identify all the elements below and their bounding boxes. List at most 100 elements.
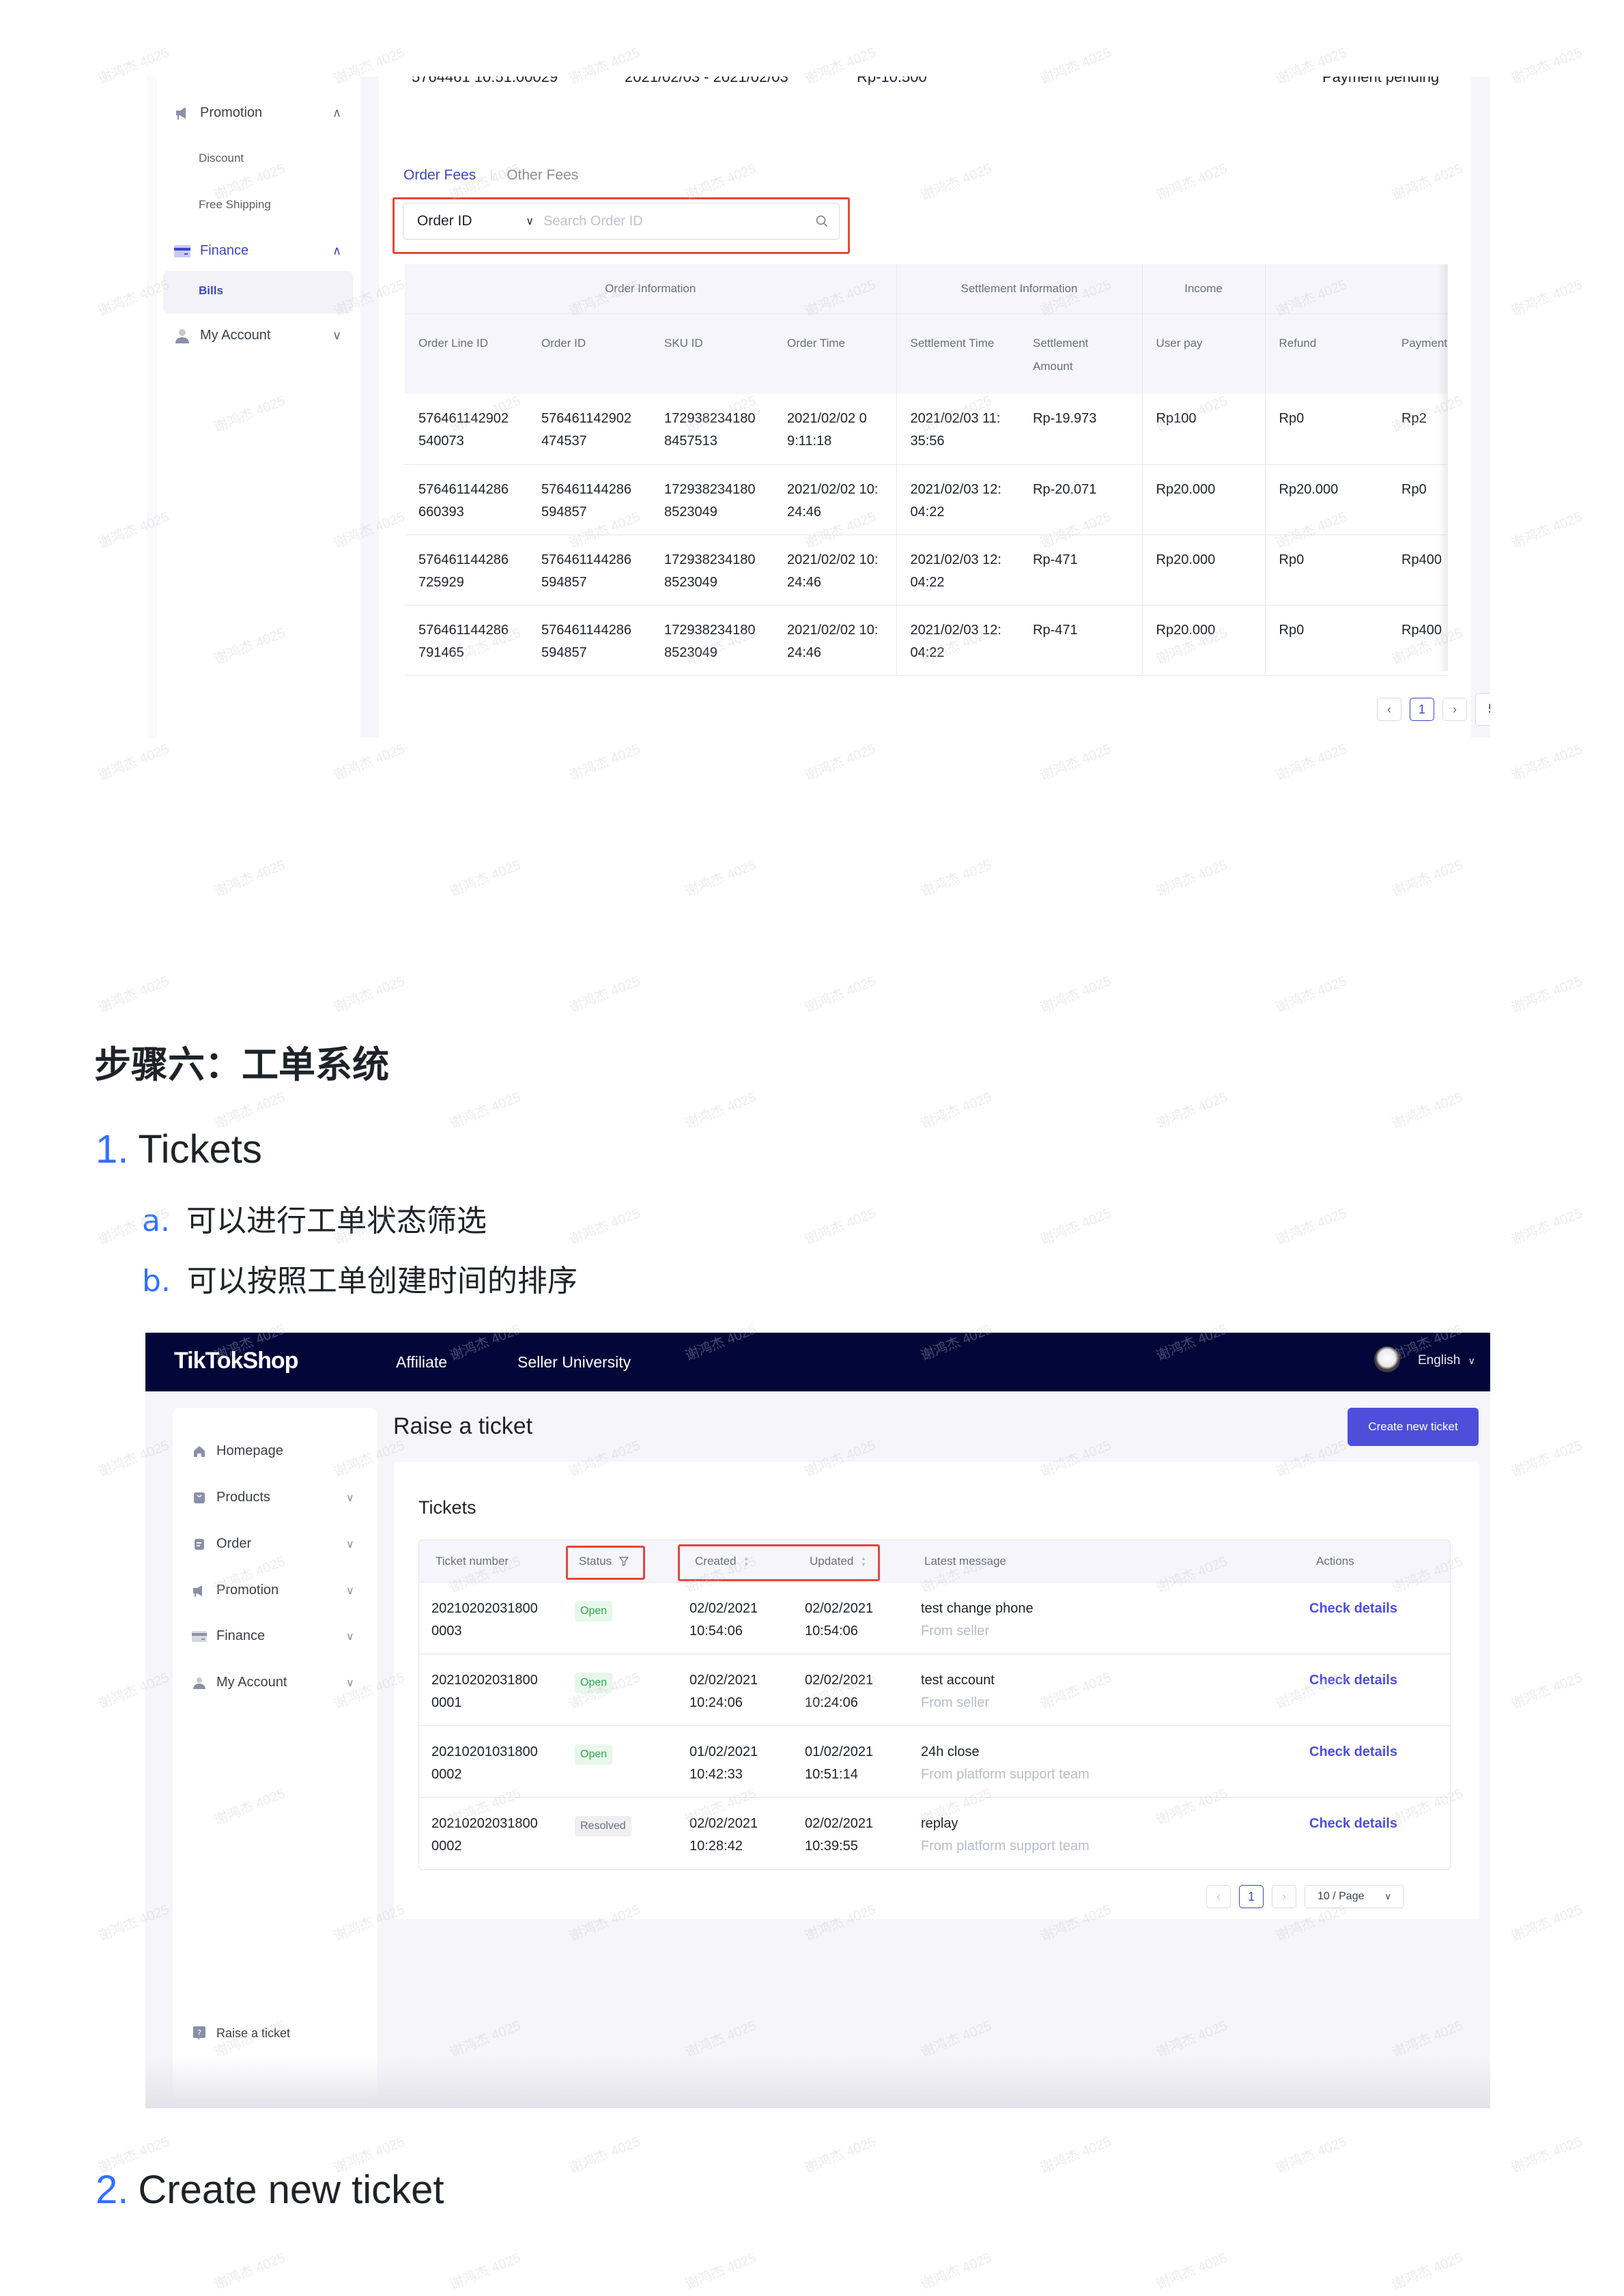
sidebar-item-products[interactable]: Products ∨ (192, 1490, 354, 1505)
table-cell: 576461144286 725929 (405, 535, 528, 606)
table-cell: 576461144286 594857 (528, 605, 651, 676)
sidebar-subitem-bills[interactable]: Bills (199, 284, 223, 298)
list-item-create-new-ticket: 2. Create new ticket (96, 2168, 444, 2212)
status-badge: Resolved (575, 1814, 631, 1837)
tab-other-fees[interactable]: Other Fees (507, 167, 578, 184)
ticket-row: 20210202031800 0002 Resolved 02/02/2021 10:2… (419, 1798, 1450, 1869)
check-details-link[interactable]: Check details (1309, 1598, 1397, 1620)
watermark-text: 谢鸿杰 4025 (1037, 737, 1114, 784)
column-header-row: Order Line ID Order ID SKU ID Order Time… (405, 313, 1448, 394)
status-badge: Open (575, 1671, 613, 1693)
list-letter: b. (142, 1264, 171, 1299)
group-order-information: Order Information (405, 264, 896, 314)
prev-page-button[interactable]: ‹ (1206, 1885, 1231, 1908)
table-cell: 172938234180 8457513 (651, 394, 773, 465)
prev-page-button[interactable]: ‹ (1377, 698, 1401, 721)
group-header-row: Order Information Settlement Information… (405, 264, 1448, 314)
ticket-row: 20210202031800 0003 Open 02/02/2021 10:54:06… (419, 1583, 1450, 1654)
tiktokshop-logo[interactable]: TikTokShop (174, 1348, 298, 1374)
sidebar-item-promotion[interactable]: Promotion ∧ (174, 105, 341, 121)
watermark-text: 谢鸿杰 4025 (1508, 969, 1585, 1016)
table-cell: Rp20.000 (1264, 464, 1388, 535)
watermark-text: 谢鸿杰 4025 (917, 1086, 995, 1132)
page-size-select[interactable]: 50 / Page ∨ (1475, 693, 1490, 726)
watermark-text: 谢鸿杰 4025 (1153, 853, 1230, 900)
watermark-text: 谢鸿杰 4025 (801, 2130, 879, 2177)
pagination: ‹ 1 › 50 / Page ∨ (1377, 693, 1490, 726)
chevron-down-icon: ∨ (346, 1538, 354, 1550)
sidebar-subitem-discount[interactable]: Discount (199, 152, 244, 165)
page-size-select[interactable]: 10 / Page ∨ (1305, 1885, 1404, 1908)
table-row: 576461144286 660393 576461144286 594857 1729… (405, 464, 1448, 535)
watermark-text: 谢鸿杰 4025 (566, 737, 643, 784)
nav-affiliate[interactable]: Affiliate (396, 1353, 447, 1372)
sidebar-item-homepage[interactable]: Homepage (192, 1443, 283, 1459)
order-search: Order ID ∨ (403, 203, 840, 240)
card-icon (174, 244, 190, 259)
sidebar-item-order[interactable]: Order ∨ (192, 1536, 354, 1552)
search-icon[interactable] (805, 203, 839, 239)
next-page-button[interactable]: › (1442, 698, 1467, 721)
check-details-link[interactable]: Check details (1309, 1669, 1397, 1692)
page-1-button[interactable]: 1 (1239, 1885, 1264, 1908)
table-cell: Rp-20.071 (1019, 464, 1142, 535)
ticket-number: 20210202031800 0001 (431, 1673, 538, 1710)
watermark-text: 谢鸿杰 4025 (682, 1086, 759, 1132)
watermark-text: 谢鸿杰 4025 (801, 1202, 879, 1248)
table-cell: Rp-471 (1019, 535, 1142, 606)
sidebar-subitem-free-shipping[interactable]: Free Shipping (199, 198, 271, 212)
chevron-up-icon: ∧ (332, 244, 342, 257)
watermark-text: 谢鸿杰 4025 (1509, 45, 1585, 87)
megaphone-icon (192, 1583, 207, 1598)
user-icon (192, 1675, 207, 1690)
fee-tabs: Order Fees Other Fees (403, 167, 578, 184)
table-cell: 2021/02/03 12: 04:22 (896, 605, 1019, 676)
col-ticket-number: Ticket number (436, 1554, 509, 1568)
nav-seller-university[interactable]: Seller University (517, 1353, 631, 1372)
avatar[interactable] (1374, 1346, 1400, 1372)
table-cell: 172938234180 8523049 (651, 535, 773, 606)
watermark-text: 谢鸿杰 4025 (211, 853, 288, 900)
watermark-text: 谢鸿杰 4025 (211, 2246, 288, 2293)
watermark-text: 谢鸿杰 4025 (1037, 2130, 1114, 2177)
top-navigation-bar: TikTokShop Affiliate Seller University E… (145, 1333, 1490, 1391)
create-new-ticket-button[interactable]: Create new ticket (1348, 1408, 1479, 1446)
ticket-row: 20210202031800 0001 Open 02/02/2021 10:24:06… (419, 1654, 1450, 1726)
ticket-number: 20210201031800 0002 (431, 1744, 538, 1782)
watermark-text: 谢鸿杰 4025 (1272, 969, 1350, 1016)
sidebar-item-my-account[interactable]: My Account ∨ (192, 1675, 354, 1690)
watermark-text: 谢鸿杰 4025 (1508, 1434, 1585, 1480)
watermark-text: 谢鸿杰 4025 (1508, 2130, 1585, 2177)
watermark-text: 谢鸿杰 4025 (1037, 969, 1114, 1016)
table-cell: Rp0 (1264, 394, 1388, 465)
table-cell: Rp20.000 (1141, 535, 1265, 606)
watermark-text: 谢鸿杰 4025 (1388, 2246, 1466, 2293)
page-1-button[interactable]: 1 (1410, 698, 1434, 721)
watermark-text: 谢鸿杰 4025 (1508, 505, 1585, 552)
table-cell: Rp20.000 (1141, 605, 1265, 676)
created-time: 02/02/2021 10:28:42 (689, 1816, 758, 1854)
bag-icon (192, 1490, 207, 1505)
check-details-link[interactable]: Check details (1309, 1741, 1397, 1763)
latest-message: test change phone From seller (921, 1601, 1034, 1639)
language-select[interactable]: English ∨ (1418, 1353, 1475, 1368)
table-cell: 2021/02/03 12: 04:22 (896, 535, 1019, 606)
table-cell: 576461144286 594857 (528, 464, 651, 535)
created-time: 01/02/2021 10:42:33 (689, 1744, 758, 1782)
col-refund: Refund (1264, 313, 1388, 394)
tickets-body: 20210202031800 0003 Open 02/02/2021 10:54:06… (419, 1583, 1450, 1869)
sidebar-item-finance[interactable]: Finance ∧ (174, 243, 341, 259)
search-order-id-input[interactable] (543, 203, 805, 239)
sidebar-item-my-account[interactable]: My Account ∨ (174, 328, 341, 343)
home-icon (192, 1444, 207, 1459)
sidebar-item-finance[interactable]: Finance ∨ (192, 1628, 354, 1644)
next-page-button[interactable]: › (1272, 1885, 1296, 1908)
search-field-select[interactable]: Order ID ∨ (403, 213, 543, 229)
sidebar-item-promotion[interactable]: Promotion ∨ (192, 1583, 354, 1598)
check-details-link[interactable]: Check details (1309, 1813, 1397, 1835)
watermark-text: 谢鸿杰 4025 (801, 737, 879, 784)
sidebar-item-raise-a-ticket[interactable]: ? Raise a ticket (192, 2026, 290, 2041)
tab-order-fees[interactable]: Order Fees (403, 167, 476, 184)
status-badge: Open (575, 1599, 613, 1621)
table-cell: 2021/02/03 12: 04:22 (896, 464, 1019, 535)
